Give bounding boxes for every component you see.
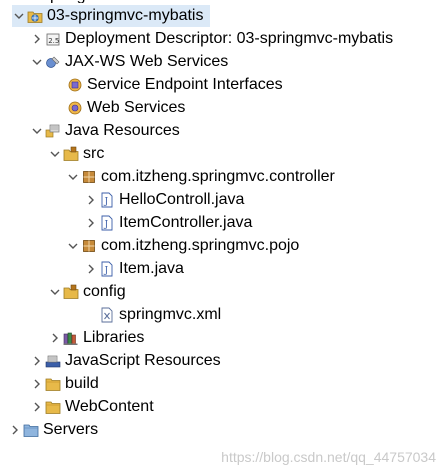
tree-item-package-controller[interactable]: com.itzheng.springmvc.controller: [66, 166, 335, 188]
svg-text:J: J: [104, 220, 109, 230]
java-resources-icon: [44, 122, 62, 140]
tree-item-label: Servers: [43, 421, 99, 438]
tree-item-label: com.itzheng.springmvc.controller: [101, 168, 335, 185]
watermark: https://blog.csdn.net/qq_44757034: [221, 449, 436, 465]
package-icon: [80, 237, 98, 255]
java-file-icon: J: [98, 191, 116, 209]
tree-item-label: JAX-WS Web Services: [65, 53, 229, 70]
chevron-right-icon[interactable]: [84, 212, 98, 234]
chevron-down-icon[interactable]: [30, 51, 44, 73]
web-project-icon: [26, 7, 44, 25]
tree-item-web-services[interactable]: Web Services: [66, 97, 185, 119]
tree-item-build[interactable]: build: [30, 373, 99, 395]
servers-folder-icon: [22, 421, 40, 439]
tree-item-label: ItemController.java: [119, 214, 253, 231]
deployment-descriptor-icon: 2.5: [44, 30, 62, 48]
tree-item-label: config: [83, 283, 126, 300]
tree-item-webcontent[interactable]: WebContent: [30, 396, 154, 418]
svg-text:J: J: [104, 197, 109, 207]
java-file-icon: J: [98, 214, 116, 232]
tree-item-servers[interactable]: Servers: [8, 419, 98, 441]
tree-item-label: Service Endpoint Interfaces: [87, 76, 283, 93]
web-services-icon: [44, 53, 62, 71]
tree-item-libraries[interactable]: Libraries: [48, 327, 144, 349]
partial-tree-item: springmvc: [42, 0, 115, 3]
chevron-right-icon[interactable]: [8, 419, 22, 441]
tree-item-hellocontroll-java[interactable]: J HelloControll.java: [84, 189, 244, 211]
chevron-right-icon[interactable]: [30, 396, 44, 418]
javascript-resources-icon: [44, 352, 62, 370]
chevron-right-icon[interactable]: [30, 373, 44, 395]
source-folder-icon: [62, 145, 80, 163]
tree-item-label: Deployment Descriptor: 03-springmvc-myba…: [65, 30, 394, 47]
chevron-right-icon[interactable]: [84, 189, 98, 211]
tree-item-javascript-resources[interactable]: JavaScript Resources: [30, 350, 221, 372]
libraries-icon: [62, 329, 80, 347]
tree-item-label: HelloControll.java: [119, 191, 245, 208]
tree-item-config[interactable]: config: [48, 281, 126, 303]
tree-item-service-endpoint-interfaces[interactable]: Service Endpoint Interfaces: [66, 74, 283, 96]
tree-item-jaxws[interactable]: JAX-WS Web Services: [30, 51, 228, 73]
tree-item-deployment-descriptor[interactable]: 2.5 Deployment Descriptor: 03-springmvc-…: [30, 28, 393, 50]
tree-item-itemcontroller-java[interactable]: J ItemController.java: [84, 212, 252, 234]
source-folder-icon: [62, 283, 80, 301]
chevron-right-icon[interactable]: [48, 327, 62, 349]
tree-item-label: springmvc.xml: [119, 306, 222, 323]
partial-tree-label: springmvc: [42, 0, 115, 3]
tree-item-java-resources[interactable]: Java Resources: [30, 120, 180, 142]
chevron-down-icon[interactable]: [30, 120, 44, 142]
chevron-right-icon[interactable]: [84, 258, 98, 280]
folder-icon: [44, 375, 62, 393]
chevron-right-icon[interactable]: [30, 28, 44, 50]
chevron-down-icon[interactable]: [48, 281, 62, 303]
tree-item-label: Java Resources: [65, 122, 180, 139]
chevron-down-icon[interactable]: [12, 5, 26, 27]
tree-item-label: src: [83, 145, 105, 162]
service-endpoint-icon: [66, 76, 84, 94]
tree-item-label: Libraries: [83, 329, 145, 346]
tree-item-src[interactable]: src: [48, 143, 104, 165]
tree-item-label: Item.java: [119, 260, 184, 277]
tree-item-label: com.itzheng.springmvc.pojo: [101, 237, 300, 254]
tree-item-label: 03-springmvc-mybatis: [47, 7, 204, 24]
folder-icon: [44, 398, 62, 416]
xml-file-icon: [98, 306, 116, 324]
tree-item-label: WebContent: [65, 398, 154, 415]
chevron-down-icon[interactable]: [66, 235, 80, 257]
web-service-icon: [66, 99, 84, 117]
tree-item-springmvc-xml[interactable]: springmvc.xml: [84, 304, 221, 326]
svg-text:J: J: [104, 266, 109, 276]
chevron-down-icon[interactable]: [48, 143, 62, 165]
tree-item-label: build: [65, 375, 99, 392]
tree-item-package-pojo[interactable]: com.itzheng.springmvc.pojo: [66, 235, 299, 257]
svg-text:2.5: 2.5: [48, 37, 59, 45]
tree-item-project[interactable]: 03-springmvc-mybatis: [12, 5, 210, 27]
tree-item-label: Web Services: [87, 99, 186, 116]
tree-item-item-java[interactable]: J Item.java: [84, 258, 184, 280]
chevron-down-icon[interactable]: [66, 166, 80, 188]
tree-item-label: JavaScript Resources: [65, 352, 221, 369]
java-file-icon: J: [98, 260, 116, 278]
package-icon: [80, 168, 98, 186]
chevron-right-icon[interactable]: [30, 350, 44, 372]
